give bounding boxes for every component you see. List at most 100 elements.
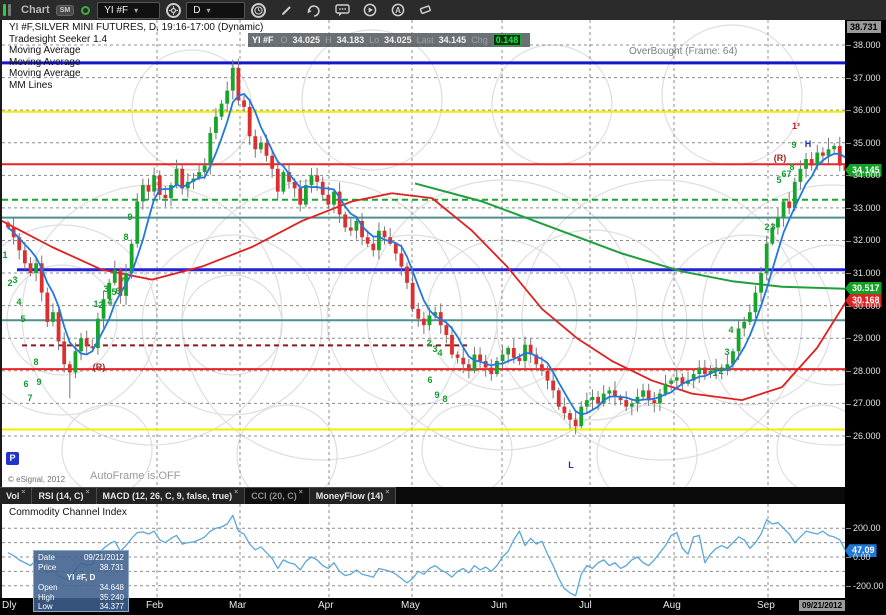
tab-vol[interactable]: Vol ×	[0, 487, 33, 504]
price-axis-label: 37.000	[846, 73, 881, 83]
price-axis-label: 26.000	[846, 431, 881, 441]
overlay-label: Moving Average	[9, 68, 81, 79]
candle	[455, 354, 460, 358]
a-circle-icon: A	[391, 3, 405, 17]
candle	[573, 419, 578, 427]
candle	[56, 312, 61, 342]
time-settings-button[interactable]	[249, 2, 267, 18]
candle	[450, 334, 454, 355]
draw-tool-button[interactable]	[277, 2, 295, 18]
play-button[interactable]	[361, 2, 379, 18]
p-badge[interactable]: P	[6, 452, 19, 465]
marker-label: (R)	[774, 153, 787, 163]
play-circle-icon	[363, 3, 377, 17]
marker-label: 6	[115, 286, 120, 296]
redo-arrow-icon	[307, 4, 320, 17]
marker-label: 7	[27, 393, 32, 403]
candle	[551, 380, 556, 391]
close-icon[interactable]: ×	[21, 489, 25, 496]
cci-axis-label: 0.00	[846, 552, 871, 562]
marker-label: 4	[16, 297, 21, 307]
candle	[674, 377, 679, 381]
tab-rsi[interactable]: RSI (14, C) ×	[32, 487, 97, 504]
close-icon[interactable]: ×	[234, 489, 238, 496]
last-value: 34.145	[438, 35, 467, 45]
marker-label: (R)	[93, 362, 106, 372]
overbought-label: OverBought (Frame: 64)	[629, 46, 738, 57]
marker-label: 9	[434, 390, 439, 400]
candle	[146, 185, 151, 192]
eraser-button[interactable]	[417, 2, 435, 18]
candle	[140, 185, 145, 202]
candle	[298, 188, 303, 205]
candle	[809, 159, 814, 166]
marker-label: 9	[36, 377, 41, 387]
indicator-tabbar: Vol × RSI (14, C) × MACD (12, 26, C, 9, fa…	[0, 487, 845, 504]
time-axis[interactable]: Dly 2012 09/21/2012 FebMarAprMayJunJulAu…	[0, 598, 886, 615]
reload-button[interactable]	[305, 2, 323, 18]
close-icon[interactable]: ×	[385, 489, 389, 496]
candle	[556, 390, 561, 407]
candle	[51, 312, 55, 322]
candle	[163, 194, 168, 199]
quote-symbol: YI #F	[252, 35, 274, 45]
auto-button[interactable]: A	[389, 2, 407, 18]
price-axis[interactable]: 38.731 34.145 30.517 30.168 47.09 26.000…	[845, 20, 886, 612]
candle	[804, 159, 808, 169]
tooltip-price-label: Price	[38, 562, 57, 572]
interval-select[interactable]: D ▾	[186, 1, 246, 19]
tab-moneyflow[interactable]: MoneyFlow (14) ×	[309, 487, 397, 504]
period-label: Dly	[2, 600, 17, 611]
candle	[73, 351, 78, 373]
eraser-icon	[420, 5, 432, 15]
marker-label: 4	[107, 297, 112, 307]
study-label: Tradesight Seeker 1.4	[9, 33, 108, 45]
chg-value: 0.148	[492, 34, 522, 46]
candle	[742, 321, 747, 329]
price-axis-label: 38.000	[846, 40, 881, 50]
candle	[343, 214, 348, 228]
note-button[interactable]	[333, 2, 351, 18]
marker-label: 2	[764, 222, 769, 232]
marker-label: 3	[770, 222, 775, 232]
marker-label: 3	[103, 284, 108, 294]
marker-label: 6	[427, 375, 432, 385]
chart-window: Chart SM YI #F ▾ D ▾ A 1 2 3 4 5 6 7 8 9…	[0, 0, 886, 615]
tab-cci[interactable]: CCI (20, C) ×	[245, 487, 310, 504]
candle	[590, 396, 595, 401]
candle	[798, 168, 803, 182]
candle	[112, 269, 117, 283]
candle	[506, 347, 511, 355]
candle	[461, 357, 466, 365]
close-icon[interactable]: ×	[299, 489, 303, 496]
candle	[421, 318, 426, 326]
interval-value: D	[193, 4, 201, 16]
close-icon[interactable]: ×	[85, 489, 89, 496]
price-axis-label: 27.000	[846, 398, 881, 408]
tab-macd[interactable]: MACD (12, 26, C, 9, false, true) ×	[96, 487, 246, 504]
candle	[6, 222, 10, 228]
candle	[736, 328, 741, 352]
candle	[202, 165, 207, 173]
tooltip-low-label: Low	[38, 602, 53, 611]
svg-text:A: A	[395, 6, 401, 15]
copyright-label: © eSignal, 2012	[8, 475, 66, 484]
marker-label: 9	[127, 212, 132, 222]
candle	[79, 338, 83, 352]
symbol-settings-button[interactable]	[164, 2, 182, 18]
candle	[264, 142, 269, 156]
candle	[365, 237, 370, 244]
quote-strip: YI #F O 34.025 H 34.183 Lo 34.025 Last 3…	[248, 33, 530, 47]
chevron-down-icon: ▾	[134, 5, 139, 15]
candle	[629, 403, 634, 407]
overlay-label: MM Lines	[9, 79, 53, 91]
symbol-input[interactable]: YI #F ▾	[97, 1, 161, 19]
ma-green-badge: 30.517	[845, 281, 882, 295]
main-chart-panel[interactable]: 1 2 3 4 5 6 7 8 9 1 2 3 4 5 6 7 8 9 2 3 4 6 9 8 1 2 3 4 2 3 5 6 7 8 9 (R) (R…	[0, 20, 845, 487]
month-label: Jul	[579, 600, 592, 611]
data-tooltip: Date 09/21/2012 Price 38.731 YI #F, D Open…	[33, 550, 129, 612]
candle	[663, 383, 668, 394]
tooltip-date-value: 09/21/2012	[83, 553, 124, 562]
chg-label: Chg	[471, 35, 488, 45]
marker-label: 8	[789, 162, 794, 172]
